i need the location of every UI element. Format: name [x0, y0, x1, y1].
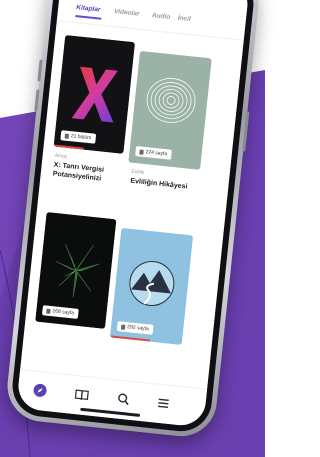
active-tab-indicator	[75, 15, 102, 20]
nav-search[interactable]	[115, 390, 133, 408]
menu-icon	[157, 398, 169, 409]
tab-incil[interactable]: İncil	[177, 15, 191, 23]
badge-text: 224 sayfa	[145, 149, 168, 158]
book-card[interactable]: 292 sayfa	[109, 227, 194, 345]
badge-text: 292 sayfa	[126, 324, 150, 333]
nav-menu[interactable]	[155, 395, 173, 413]
compass-icon	[33, 383, 47, 397]
tab-kitaplar[interactable]: Kitaplar	[76, 4, 101, 13]
tab-audio[interactable]: Audio	[152, 12, 171, 21]
book-title: Evliliğin Hikâyesi	[130, 177, 188, 191]
document-icon	[139, 148, 144, 155]
nav-library[interactable]	[73, 386, 91, 404]
badge-text: 268 sayfa	[52, 308, 75, 317]
home-indicator	[80, 407, 141, 417]
book-card[interactable]: 224 sayfa	[128, 50, 212, 170]
book-card[interactable]: 268 sayfa	[35, 212, 117, 329]
document-icon	[64, 133, 70, 139]
document-icon	[46, 308, 51, 314]
tab-videolar[interactable]: Videolar	[114, 8, 140, 18]
nav-explore[interactable]	[31, 382, 49, 400]
document-icon	[120, 323, 126, 330]
book-card[interactable]: 21 bölüm	[53, 35, 135, 154]
book-category: Amaç	[54, 152, 68, 160]
book-title: X: Tanrı Vergisi Potansiyelinizi	[52, 161, 105, 183]
search-icon	[118, 393, 129, 406]
book-category: Evlilik	[131, 168, 145, 177]
book-icon	[74, 389, 89, 401]
badge-text: 21 bölüm	[70, 133, 92, 142]
